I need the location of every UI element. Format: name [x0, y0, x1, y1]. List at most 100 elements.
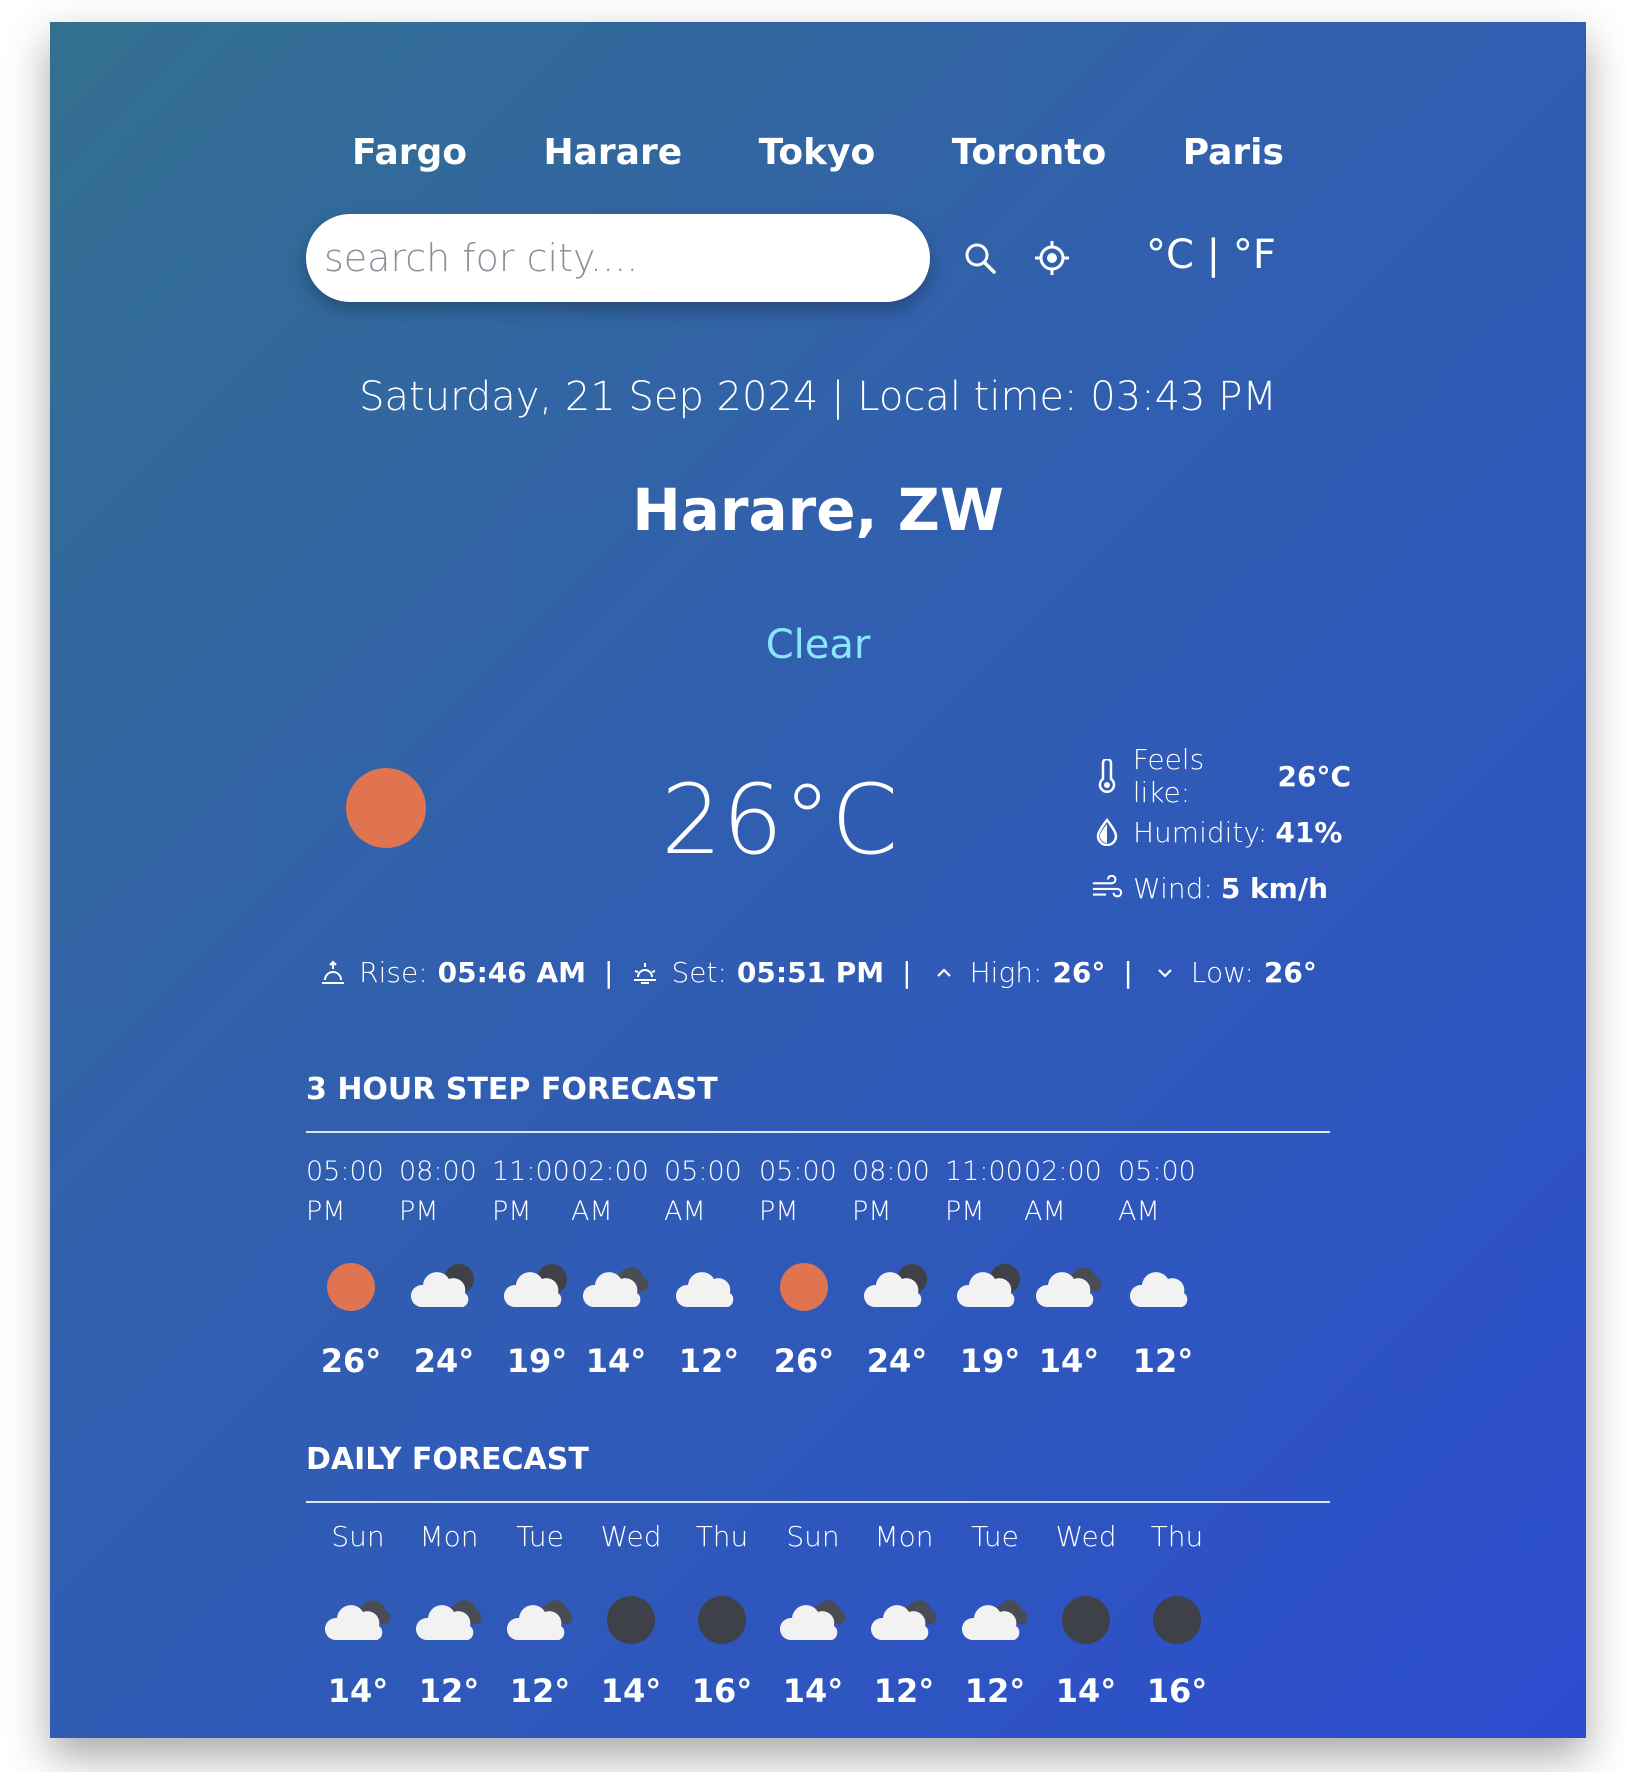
summary-separator: |	[1123, 956, 1133, 989]
humidity-row: Humidity: 41%	[1091, 804, 1351, 860]
wind-label: Wind:	[1133, 871, 1213, 905]
hourly-forecast: 05:00 PM 26° 08:00 PM 24° 11:00 PM 19° 02:00 A…	[306, 1152, 1330, 1392]
humidity-value: 41%	[1275, 815, 1343, 849]
unit-toggle: °C | °F	[1146, 232, 1276, 278]
hourly-forecast-item: 08:00 PM 24°	[399, 1152, 503, 1380]
forecast-temperature: 19°	[506, 1342, 568, 1380]
daily-forecast-item: Mon 12°	[852, 1520, 956, 1710]
broken-clouds-icon	[321, 1590, 395, 1650]
forecast-day: Thu	[695, 1520, 749, 1553]
sunset-value: 05:51 PM	[736, 956, 885, 989]
current-temperature: 26°C	[661, 764, 899, 876]
droplet-icon	[1091, 816, 1123, 848]
cloud-night-icon	[860, 1257, 934, 1317]
cloud-night-icon	[953, 1257, 1027, 1317]
forecast-temperature: 14°	[600, 1672, 662, 1710]
forecast-temperature: 12°	[873, 1672, 935, 1710]
sunrise-value: 05:46 AM	[437, 956, 587, 989]
forecast-temperature: 12°	[509, 1672, 571, 1710]
wind-icon	[1091, 872, 1123, 904]
forecast-time: 02:00 AM	[1024, 1156, 1102, 1227]
sun-and-range-summary: Rise: 05:46 AM | Set: 05:51 PM | High: 2…	[306, 956, 1330, 989]
city-button-paris[interactable]: Paris	[1183, 132, 1284, 173]
forecast-temperature: 16°	[691, 1672, 753, 1710]
hourly-forecast-item: 02:00 AM 14°	[1024, 1152, 1128, 1380]
daily-forecast-item: Thu 16°	[1125, 1520, 1229, 1710]
city-button-toronto[interactable]: Toronto	[952, 132, 1107, 173]
forecast-temperature: 12°	[678, 1342, 740, 1380]
daily-forecast-item: Wed 14°	[579, 1520, 683, 1710]
weather-card: Fargo Harare Tokyo Toronto Paris °C | °F…	[50, 22, 1586, 1738]
hourly-forecast-item: 08:00 PM 24°	[852, 1152, 956, 1380]
summary-separator: |	[902, 956, 912, 989]
city-button-fargo[interactable]: Fargo	[352, 132, 467, 173]
broken-clouds-icon	[503, 1590, 577, 1650]
forecast-temperature: 12°	[418, 1672, 480, 1710]
feels-like-label: Feels like:	[1132, 743, 1205, 809]
forecast-time: 05:00 AM	[664, 1156, 742, 1227]
moon-icon	[685, 1590, 759, 1650]
chevron-down-icon	[1151, 959, 1179, 987]
location-target-icon[interactable]	[1030, 236, 1074, 280]
unit-separator: |	[1206, 232, 1221, 278]
summary-separator: |	[604, 956, 614, 989]
content-column: Fargo Harare Tokyo Toronto Paris °C | °F…	[306, 22, 1351, 1738]
forecast-day: Sun	[331, 1520, 385, 1553]
forecast-temperature: 14°	[1055, 1672, 1117, 1710]
forecast-day: Sun	[786, 1520, 840, 1553]
forecast-day: Tue	[971, 1520, 1019, 1553]
forecast-temperature: 12°	[964, 1672, 1026, 1710]
forecast-time: 11:00 PM	[492, 1156, 570, 1227]
hourly-forecast-item: 05:00 AM 12°	[664, 1152, 768, 1380]
forecast-day: Mon	[874, 1520, 934, 1553]
cloud-icon	[1126, 1257, 1200, 1317]
sunrise-label: Rise:	[359, 956, 428, 989]
forecast-time: 05:00 AM	[1118, 1156, 1196, 1227]
daily-forecast: Sun 14° Mon 12° Tue 12° Wed 14° Thu 16° Sun 14° Mon 1…	[306, 1520, 1330, 1720]
broken-clouds-icon	[867, 1590, 941, 1650]
daily-forecast-item: Tue 12°	[943, 1520, 1047, 1710]
search-icon[interactable]	[958, 236, 1002, 280]
broken-clouds-icon	[776, 1590, 850, 1650]
hourly-forecast-title: 3 HOUR STEP FORECAST	[306, 1072, 718, 1107]
forecast-temperature: 19°	[959, 1342, 1021, 1380]
hourly-divider	[306, 1131, 1330, 1133]
forecast-temperature: 14°	[782, 1672, 844, 1710]
daily-divider	[306, 1501, 1330, 1503]
wind-row: Wind: 5 km/h	[1091, 860, 1351, 916]
fahrenheit-button[interactable]: °F	[1233, 232, 1276, 278]
daily-forecast-title: DAILY FORECAST	[306, 1442, 589, 1477]
broken-clouds-icon	[958, 1590, 1032, 1650]
sun-icon	[767, 1257, 841, 1317]
celsius-button[interactable]: °C	[1146, 232, 1194, 278]
hourly-forecast-item: 05:00 PM 26°	[759, 1152, 863, 1380]
forecast-day: Wed	[1055, 1520, 1117, 1553]
high-value: 26°	[1052, 956, 1106, 989]
forecast-temperature: 14°	[585, 1342, 647, 1380]
feels-like-row: Feels like: 26°C	[1091, 743, 1351, 809]
daily-forecast-item: Wed 14°	[1034, 1520, 1138, 1710]
daily-forecast-item: Tue 12°	[488, 1520, 592, 1710]
city-button-harare[interactable]: Harare	[543, 132, 682, 173]
hourly-forecast-item: 05:00 AM 12°	[1118, 1152, 1222, 1380]
broken-clouds-icon	[1032, 1257, 1106, 1317]
chevron-up-icon	[930, 959, 958, 987]
daily-forecast-item: Mon 12°	[397, 1520, 501, 1710]
sunset-icon	[631, 959, 659, 987]
forecast-time: 05:00 PM	[759, 1156, 837, 1227]
broken-clouds-icon	[412, 1590, 486, 1650]
hourly-forecast-item: 05:00 PM 26°	[306, 1152, 410, 1380]
forecast-temperature: 12°	[1132, 1342, 1194, 1380]
high-label: High:	[969, 956, 1043, 989]
moon-icon	[1140, 1590, 1214, 1650]
city-button-tokyo[interactable]: Tokyo	[759, 132, 876, 173]
forecast-day: Tue	[516, 1520, 564, 1553]
sun-icon	[346, 768, 426, 848]
forecast-time: 11:00 PM	[945, 1156, 1023, 1227]
forecast-temperature: 14°	[327, 1672, 389, 1710]
daily-forecast-item: Sun 14°	[306, 1520, 410, 1710]
feels-like-value: 26°C	[1277, 759, 1351, 793]
forecast-temperature: 14°	[1038, 1342, 1100, 1380]
sun-icon	[314, 1257, 388, 1317]
search-input[interactable]	[306, 214, 930, 302]
